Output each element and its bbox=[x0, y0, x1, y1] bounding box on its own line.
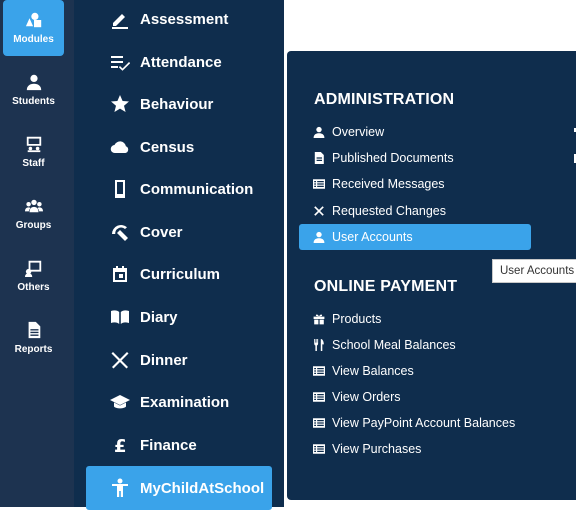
module-label: Census bbox=[140, 138, 195, 156]
link-school-meal-balances[interactable]: School Meal Balances bbox=[299, 332, 531, 358]
person-icon bbox=[26, 74, 41, 91]
module-label: Communication bbox=[140, 180, 254, 198]
module-dinner[interactable]: Dinner bbox=[110, 341, 270, 379]
module-examination[interactable]: Examination bbox=[110, 383, 270, 421]
module-label: Attendance bbox=[140, 53, 222, 71]
link-published-documents[interactable]: Published Documents bbox=[299, 145, 531, 171]
link-label: View Orders bbox=[332, 390, 401, 404]
module-attendance[interactable]: Attendance bbox=[110, 43, 270, 81]
module-label: Behaviour bbox=[140, 95, 214, 113]
link-label: Requested Changes bbox=[332, 204, 446, 218]
module-label: Dinner bbox=[140, 351, 188, 369]
module-behaviour[interactable]: Behaviour bbox=[110, 85, 270, 123]
link-label: School Meal Balances bbox=[332, 338, 456, 352]
module-label: Examination bbox=[140, 393, 230, 411]
module-assessment[interactable]: Assessment bbox=[110, 0, 270, 38]
module-cover[interactable]: Cover bbox=[110, 213, 270, 251]
cover-icon bbox=[112, 225, 128, 241]
link-view-balances[interactable]: View Balances bbox=[299, 358, 531, 384]
document-icon bbox=[314, 152, 324, 164]
module-communication[interactable]: Communication bbox=[110, 170, 270, 208]
rail-students[interactable]: Students bbox=[3, 62, 64, 118]
rail-label: Groups bbox=[15, 220, 52, 231]
person-icon bbox=[313, 126, 325, 138]
link-label: View PayPoint Account Balances bbox=[332, 416, 516, 430]
star-icon bbox=[111, 95, 129, 112]
module-label: Assessment bbox=[140, 10, 229, 28]
rail-modules[interactable]: Modules bbox=[3, 0, 64, 56]
list-icon bbox=[313, 179, 325, 189]
module-label: Curriculum bbox=[140, 265, 221, 283]
tooltip: User Accounts bbox=[492, 259, 576, 283]
link-label: View Balances bbox=[332, 364, 414, 378]
list-icon bbox=[313, 392, 325, 402]
checklist-icon bbox=[111, 56, 130, 71]
graduation-cap-icon bbox=[110, 395, 130, 409]
module-label: MyChildAtSchool bbox=[140, 479, 265, 497]
link-overview[interactable]: Overview bbox=[299, 119, 531, 145]
list-icon bbox=[313, 444, 325, 454]
rail-staff[interactable]: Staff bbox=[3, 124, 64, 180]
rail-label: Modules bbox=[13, 34, 54, 45]
rail-reports[interactable]: Reports bbox=[3, 310, 64, 366]
rail-label: Others bbox=[17, 282, 50, 293]
rail-groups[interactable]: Groups bbox=[3, 186, 64, 242]
rail-label: Reports bbox=[14, 344, 53, 355]
calendar-icon bbox=[113, 266, 127, 282]
section-title-online-payment: ONLINE PAYMENT bbox=[314, 278, 458, 295]
list-icon bbox=[313, 366, 325, 376]
tools-icon bbox=[314, 206, 324, 216]
gift-icon bbox=[313, 314, 325, 325]
pencil-icon bbox=[112, 14, 128, 29]
module-diary[interactable]: Diary bbox=[110, 298, 270, 336]
modules-menu: Assessment Attendance Behaviour Census C… bbox=[74, 0, 284, 510]
pound-icon: £ bbox=[114, 436, 127, 455]
cutlery-icon bbox=[111, 352, 129, 369]
person-icon bbox=[313, 231, 325, 243]
list-icon bbox=[313, 418, 325, 428]
link-label: Overview bbox=[332, 125, 385, 139]
child-icon bbox=[112, 478, 128, 497]
rail-label: Staff bbox=[22, 158, 45, 169]
link-label: Products bbox=[332, 312, 382, 326]
module-finance[interactable]: £ Finance bbox=[110, 426, 270, 464]
cloud-upload-icon bbox=[110, 141, 129, 154]
module-label: Diary bbox=[140, 308, 178, 326]
shapes-icon bbox=[25, 12, 41, 28]
module-curriculum[interactable]: Curriculum bbox=[110, 255, 270, 293]
rail-others[interactable]: Others bbox=[3, 248, 64, 304]
link-products[interactable]: Products bbox=[299, 306, 531, 332]
module-mychildatschool[interactable]: MyChildAtSchool bbox=[86, 466, 272, 510]
rail-label: Students bbox=[12, 96, 55, 107]
module-label: Finance bbox=[140, 436, 197, 454]
link-label: Published Documents bbox=[332, 151, 454, 165]
link-view-purchases[interactable]: View Purchases bbox=[299, 436, 531, 462]
module-label: Cover bbox=[140, 223, 183, 241]
svg-text:£: £ bbox=[114, 436, 127, 455]
report-icon bbox=[28, 321, 40, 339]
link-label: View Purchases bbox=[332, 442, 422, 456]
link-view-paypoint-account-balances[interactable]: View PayPoint Account Balances bbox=[299, 410, 531, 436]
link-requested-changes[interactable]: Requested Changes bbox=[299, 198, 531, 224]
link-label: Received Messages bbox=[332, 177, 445, 191]
left-rail: Modules Students Staff Groups Others Rep… bbox=[0, 0, 74, 507]
phone-icon bbox=[115, 180, 125, 198]
link-user-accounts[interactable]: User Accounts bbox=[299, 224, 531, 250]
book-icon bbox=[111, 310, 129, 324]
link-view-orders[interactable]: View Orders bbox=[299, 384, 531, 410]
link-received-messages[interactable]: Received Messages bbox=[299, 171, 531, 197]
section-title-administration: ADMINISTRATION bbox=[314, 91, 455, 108]
staff-board-icon bbox=[26, 136, 41, 153]
groups-icon bbox=[24, 199, 43, 213]
others-icon bbox=[24, 260, 41, 277]
link-label: User Accounts bbox=[332, 230, 413, 244]
cutlery-icon bbox=[314, 339, 324, 351]
module-census[interactable]: Census bbox=[110, 128, 270, 166]
